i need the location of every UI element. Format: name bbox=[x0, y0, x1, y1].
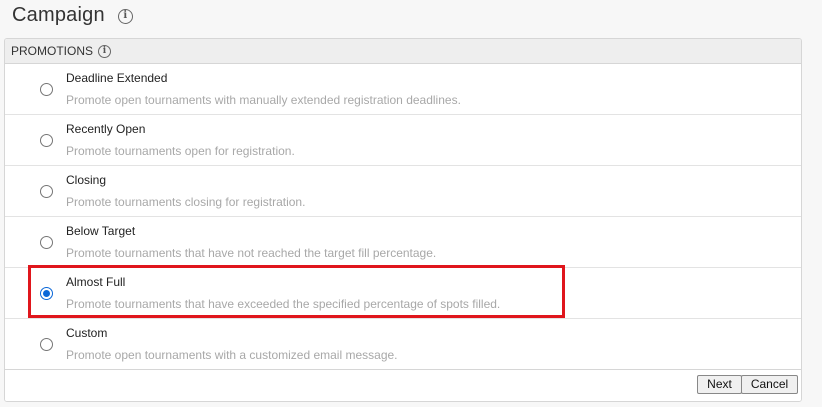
option-description: Promote tournaments that have not reache… bbox=[66, 246, 437, 260]
radio-button[interactable] bbox=[40, 134, 53, 147]
page-title: Campaign bbox=[12, 3, 105, 26]
promotions-panel: PROMOTIONS i Deadline Extended Promote o… bbox=[4, 38, 802, 402]
option-description: Promote open tournaments with a customiz… bbox=[66, 348, 398, 362]
option-label: Almost Full bbox=[66, 275, 126, 289]
page-header: Campaign i bbox=[12, 2, 133, 28]
info-icon[interactable]: i bbox=[98, 44, 112, 58]
option-label: Below Target bbox=[66, 224, 136, 238]
option-label: Recently Open bbox=[66, 122, 146, 136]
panel-footer: Next Cancel bbox=[5, 369, 801, 401]
option-description: Promote tournaments open for registratio… bbox=[66, 144, 295, 158]
promotion-option-custom[interactable]: Custom Promote open tournaments with a c… bbox=[5, 319, 801, 370]
option-label: Custom bbox=[66, 326, 108, 340]
panel-title: PROMOTIONS bbox=[11, 44, 94, 58]
option-description: Promote open tournaments with manually e… bbox=[66, 93, 461, 107]
promotion-option-below-target[interactable]: Below Target Promote tournaments that ha… bbox=[5, 217, 801, 268]
promotion-option-almost-full[interactable]: Almost Full Promote tournaments that hav… bbox=[5, 268, 801, 319]
radio-button[interactable] bbox=[40, 236, 53, 249]
radio-button[interactable] bbox=[40, 185, 53, 198]
promotion-option-deadline-extended[interactable]: Deadline Extended Promote open tournamen… bbox=[5, 64, 801, 115]
radio-button[interactable] bbox=[40, 338, 53, 351]
campaign-page: Campaign i PROMOTIONS i Deadline Extende… bbox=[0, 0, 822, 407]
info-icon[interactable]: i bbox=[117, 8, 133, 24]
next-button[interactable]: Next bbox=[697, 375, 742, 394]
promotion-options-list: Deadline Extended Promote open tournamen… bbox=[5, 64, 801, 370]
radio-button[interactable] bbox=[40, 83, 53, 96]
radio-button-selected[interactable] bbox=[40, 287, 53, 300]
option-description: Promote tournaments that have exceeded t… bbox=[66, 297, 501, 311]
cancel-button[interactable]: Cancel bbox=[741, 375, 798, 394]
promotions-panel-header: PROMOTIONS i bbox=[5, 39, 801, 64]
promotion-option-closing[interactable]: Closing Promote tournaments closing for … bbox=[5, 166, 801, 217]
promotion-option-recently-open[interactable]: Recently Open Promote tournaments open f… bbox=[5, 115, 801, 166]
option-label: Deadline Extended bbox=[66, 71, 168, 85]
option-description: Promote tournaments closing for registra… bbox=[66, 195, 306, 209]
option-label: Closing bbox=[66, 173, 107, 187]
